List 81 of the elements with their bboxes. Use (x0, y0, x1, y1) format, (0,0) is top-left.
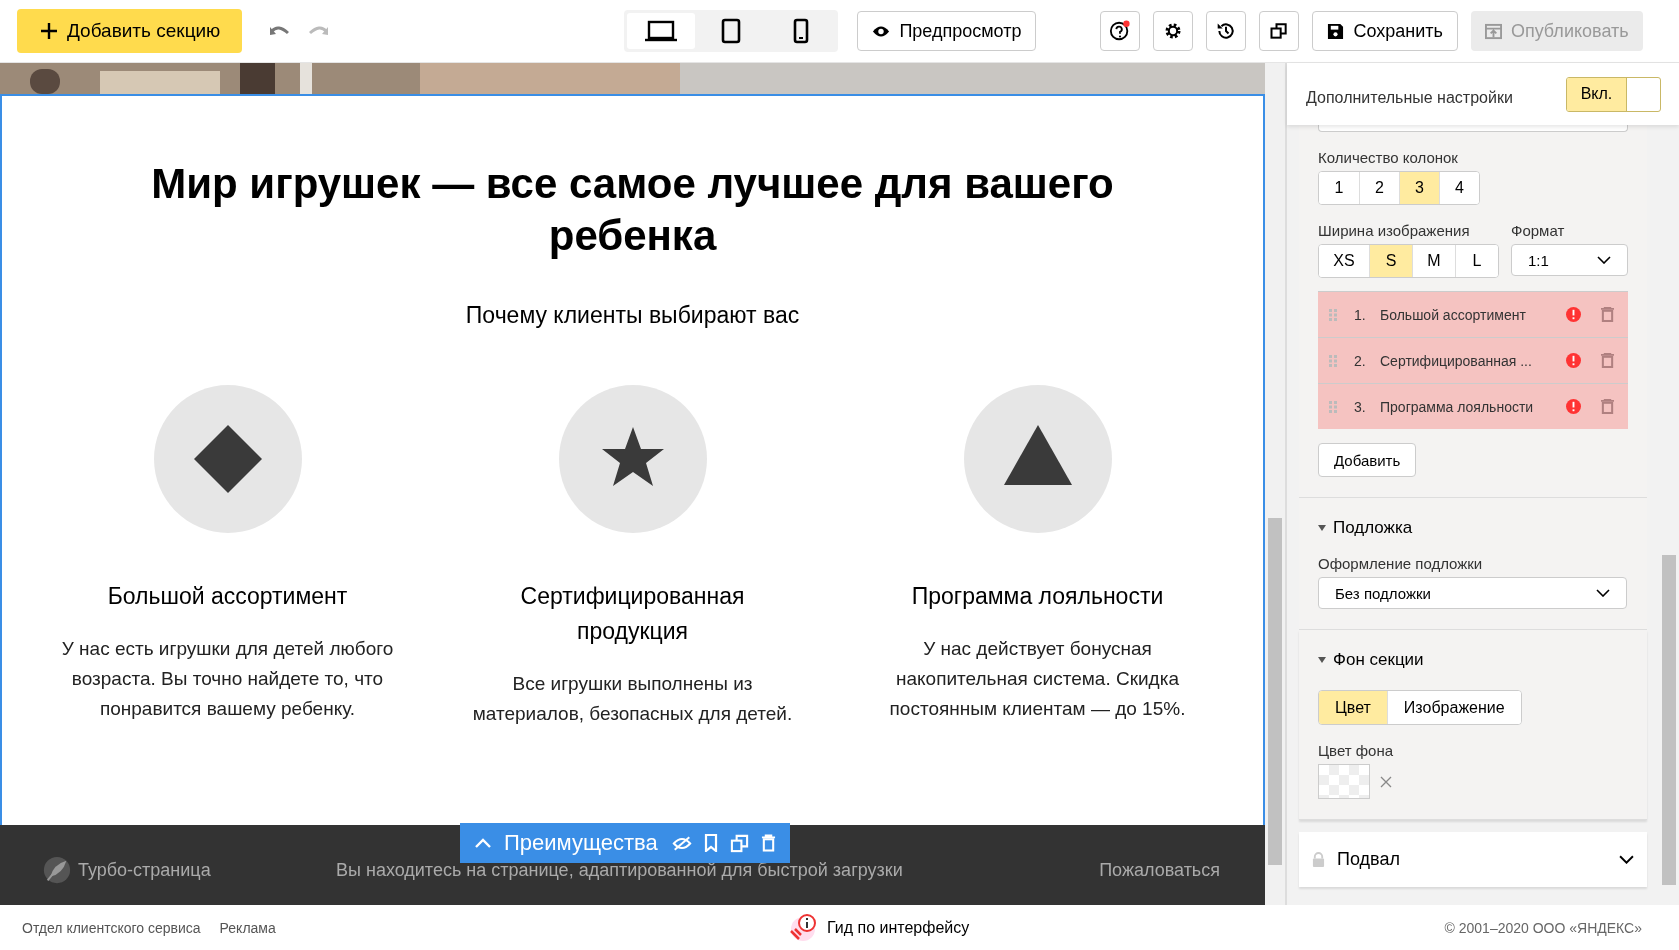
feature-text: Все игрушки выполнены из материалов, безопасных для детей. (471, 672, 794, 726)
footer-link[interactable]: Отдел клиентского сервиса (22, 919, 201, 936)
eye-icon (872, 24, 891, 38)
brand-name: Турбо-страница (78, 859, 211, 881)
add-item-button[interactable]: Добавить (1318, 443, 1417, 477)
field-label: Количество колонок (1318, 149, 1459, 166)
feature-title: Сертифицированная продукция (519, 582, 746, 646)
undo-icon[interactable] (270, 24, 291, 38)
feature-title: Программа лояльности (910, 582, 1165, 611)
add-section-button[interactable]: Добавить секцию (17, 9, 243, 53)
duplicate-icon (1269, 21, 1290, 41)
phone-icon (793, 18, 810, 44)
redo-icon[interactable] (308, 24, 329, 38)
chevron-down-icon (1596, 589, 1610, 597)
report-link[interactable]: Пожаловаться (1099, 859, 1220, 881)
feature-text: У нас действует бонусная накопительная система. Скидка постоянным клиентам — до 15%. (888, 637, 1187, 721)
chevron-down-icon (1597, 256, 1611, 264)
drag-handle-icon[interactable] (1329, 400, 1337, 413)
collapse-icon[interactable] (474, 837, 492, 849)
section-heading: Мир игрушек — все самое лучшее для вашего ребенка (150, 159, 1115, 261)
settings-toggle[interactable]: Вкл. (1566, 76, 1661, 112)
history-button[interactable] (1206, 11, 1247, 51)
feature-list-item[interactable]: 2. Сертифицированная ... (1318, 337, 1628, 383)
delete-icon[interactable] (1601, 399, 1614, 414)
feature-text: У нас есть игрушки для детей любого возраста. Вы точно найдете то, что понравится вашему ребенку. (60, 637, 395, 721)
scrollbar-thumb[interactable] (1268, 518, 1282, 865)
section-name: Преимущества (504, 830, 658, 856)
turbo-notice: Вы находитесь на странице, адаптированной для быстрой загрузки (336, 859, 904, 881)
settings-button[interactable] (1153, 11, 1194, 51)
format-select[interactable]: 1:1 (1511, 244, 1628, 276)
section-background-header[interactable]: Фон секции (1318, 650, 1628, 670)
duplicate-icon[interactable] (729, 833, 749, 853)
history-icon (1216, 21, 1237, 41)
help-icon (1109, 20, 1132, 42)
delete-icon[interactable] (1601, 307, 1614, 322)
drag-handle-icon[interactable] (1329, 354, 1337, 367)
error-icon (1566, 399, 1581, 414)
tablet-icon (721, 18, 742, 44)
copyright: © 2001–2020 ООО «ЯНДЕКС» (1444, 919, 1642, 936)
desktop-view-button[interactable] (627, 13, 696, 49)
feature-title: Большой ассортимент (106, 582, 349, 611)
field-label: Ширина изображения (1318, 222, 1471, 239)
error-icon (1566, 353, 1581, 368)
duplicate-button[interactable] (1259, 11, 1300, 51)
field-label: Оформление подложки (1318, 555, 1484, 572)
field-label: Цвет фона (1318, 742, 1395, 759)
backing-select[interactable]: Без подложки (1318, 577, 1627, 609)
delete-icon[interactable] (760, 834, 776, 852)
backing-section-header[interactable]: Подложка (1318, 518, 1628, 538)
preview-button[interactable]: Предпросмотр (857, 11, 1037, 51)
feature-list-item[interactable]: 1. Большой ассортимент (1318, 291, 1628, 337)
column-count-option[interactable]: 3 (1399, 172, 1439, 204)
delete-icon[interactable] (1601, 353, 1614, 368)
image-width-option[interactable]: L (1455, 245, 1498, 277)
section-subheading: Почему клиенты выбирают вас (465, 302, 800, 329)
save-button[interactable]: Сохранить (1312, 11, 1458, 51)
laptop-icon (645, 20, 678, 42)
guide-label: Гид по интерфейсу (827, 918, 970, 937)
input-field[interactable] (1318, 125, 1628, 132)
close-icon[interactable] (1380, 775, 1392, 788)
upload-icon (1484, 22, 1502, 40)
image-width-option[interactable]: S (1369, 245, 1412, 277)
guide-icon (787, 912, 817, 943)
rocket-icon (42, 855, 72, 885)
settings-label: Дополнительные настройки (1306, 89, 1513, 107)
hide-icon[interactable] (671, 835, 692, 851)
help-button[interactable] (1100, 11, 1141, 51)
field-label: Формат (1511, 222, 1566, 239)
error-icon (1566, 307, 1581, 322)
footer-link[interactable]: Реклама (219, 919, 276, 936)
column-count-option[interactable]: 4 (1439, 172, 1479, 204)
chevron-down-icon (1619, 855, 1634, 864)
background-type-tab[interactable]: Цвет (1319, 691, 1387, 724)
plus-icon (39, 21, 59, 41)
bookmark-icon[interactable] (703, 834, 718, 852)
color-swatch[interactable] (1318, 764, 1370, 799)
scrollbar-thumb[interactable] (1662, 555, 1676, 885)
footer-section-row[interactable]: Подвал (1299, 832, 1647, 887)
drag-handle-icon[interactable] (1329, 308, 1337, 321)
feature-list-item[interactable]: 3. Программа лояльности (1318, 383, 1628, 429)
background-type-tab[interactable]: Изображение (1386, 691, 1521, 724)
